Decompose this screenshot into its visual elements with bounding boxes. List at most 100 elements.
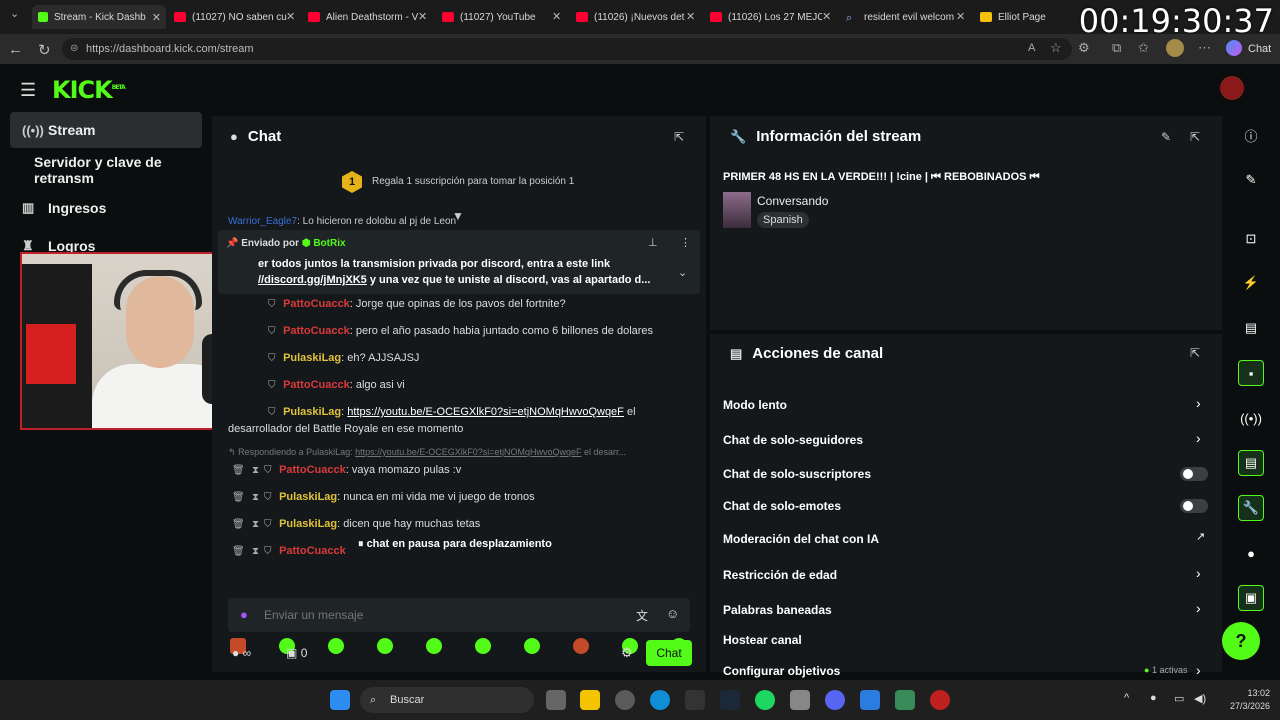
chevron-right-icon[interactable]: ›	[1196, 662, 1201, 678]
action-followers-only[interactable]: Chat de solo-seguidores	[723, 433, 863, 447]
tray-chevron-icon[interactable]: ^	[1124, 692, 1129, 704]
emoji-icon[interactable]: ☺	[666, 606, 679, 621]
tab-menu-icon[interactable]: ⌄	[10, 7, 19, 20]
lightning-icon[interactable]: ⚡	[1238, 270, 1264, 296]
translate-icon[interactable]: 文	[636, 607, 648, 624]
microphone-icon[interactable]: ●	[240, 607, 248, 622]
trash-icon[interactable]: 🗑	[232, 465, 245, 476]
taskbar-search[interactable]: ⌕ Buscar	[360, 687, 534, 713]
popout-icon[interactable]: ⇱	[674, 130, 684, 144]
action-emotes-only[interactable]: Chat de solo-emotes	[723, 499, 841, 513]
app-icon[interactable]	[615, 690, 635, 710]
document-icon[interactable]: ▤	[1238, 315, 1264, 341]
close-icon[interactable]: ✕	[956, 10, 965, 23]
start-icon[interactable]	[330, 690, 350, 710]
reload-icon[interactable]: ↻	[38, 41, 51, 59]
trash-icon[interactable]: 🗑	[232, 546, 245, 557]
chat-toggle-icon[interactable]: ▪	[1238, 360, 1264, 386]
timeout-icon[interactable]: ⧗	[252, 519, 264, 530]
emote[interactable]	[377, 638, 393, 654]
app-icon[interactable]	[685, 690, 705, 710]
discord-icon[interactable]	[825, 690, 845, 710]
favorites-icon[interactable]: ✩	[1138, 40, 1149, 56]
timeout-icon[interactable]: ⧗	[252, 492, 264, 503]
edge-icon[interactable]	[650, 690, 670, 710]
microphone-icon[interactable]: ●	[1150, 692, 1157, 704]
more-options-icon[interactable]: ⋮	[680, 236, 691, 249]
volume-icon[interactable]: ◀)	[1194, 692, 1206, 705]
actions-toggle-icon[interactable]: ▤	[1238, 450, 1264, 476]
chevron-right-icon[interactable]: ›	[1196, 430, 1201, 446]
trash-icon[interactable]: 🗑	[232, 492, 245, 503]
external-link-icon[interactable]: ↗	[1196, 530, 1205, 543]
close-icon[interactable]: ✕	[418, 10, 427, 23]
tab-youtube-5[interactable]: (11026) Los 27 MEJO	[710, 5, 822, 29]
taskbar-clock[interactable]: 13:02 27/3/2026	[1222, 687, 1270, 713]
edit-pencil-icon[interactable]: ✎	[1161, 130, 1171, 144]
spotify-icon[interactable]	[755, 690, 775, 710]
site-info-icon[interactable]: ⊜	[70, 38, 78, 60]
kick-logo[interactable]: KICKBETA	[52, 76, 126, 104]
action-ai-moderation[interactable]: Moderación del chat con IA	[723, 532, 879, 546]
network-icon[interactable]: ▭	[1174, 692, 1184, 705]
category-name[interactable]: Conversando	[757, 194, 828, 208]
action-host-channel[interactable]: Hostear canal	[723, 633, 802, 647]
chat-message-input[interactable]	[264, 604, 624, 626]
chevron-right-icon[interactable]: ›	[1196, 565, 1201, 581]
close-icon[interactable]: ✕	[552, 10, 561, 23]
chat-input-box[interactable]: ● 文 ☺	[228, 598, 690, 632]
emotes-only-toggle[interactable]	[1180, 499, 1208, 513]
user-avatar[interactable]	[1220, 76, 1244, 100]
tab-search[interactable]: ⌕ resident evil welcom	[846, 5, 964, 29]
collections-icon[interactable]: ⧉	[1112, 40, 1121, 56]
focus-icon[interactable]: ⊡	[1238, 226, 1264, 252]
tab-elliot-page[interactable]: Elliot Page	[980, 5, 1080, 29]
close-icon[interactable]: ✕	[686, 10, 695, 23]
close-icon[interactable]: ✕	[152, 11, 161, 24]
broadcast-icon[interactable]: ((•))	[1238, 405, 1264, 431]
action-configure-goals[interactable]: Configurar objetivos	[723, 664, 840, 678]
favorite-star-icon[interactable]: ☆	[1050, 40, 1062, 56]
media-toggle-icon[interactable]: ▣	[1238, 585, 1264, 611]
unpin-icon[interactable]: ⊥	[648, 236, 658, 249]
close-icon[interactable]: ✕	[822, 10, 831, 23]
settings-icon[interactable]	[790, 690, 810, 710]
discord-link[interactable]: //discord.gg/jMnjXK5	[258, 274, 367, 286]
tab-youtube-1[interactable]: (11027) NO saben cu	[174, 5, 300, 29]
tab-youtube-3[interactable]: (11027) YouTube	[442, 5, 562, 29]
chat-paused-banner[interactable]: ⏸ chat en pausa para desplazamiento	[350, 536, 560, 553]
popout-icon[interactable]: ⇱	[1190, 130, 1200, 144]
steam-icon[interactable]	[720, 690, 740, 710]
timeout-icon[interactable]: ⧗	[252, 465, 264, 476]
wrench-toggle-icon[interactable]: 🔧	[1238, 495, 1264, 521]
action-age-restriction[interactable]: Restricción de edad	[723, 568, 837, 582]
subscribers-only-toggle[interactable]	[1180, 467, 1208, 481]
file-explorer-icon[interactable]	[580, 690, 600, 710]
action-banned-words[interactable]: Palabras baneadas	[723, 603, 832, 617]
chevron-right-icon[interactable]: ›	[1196, 395, 1201, 411]
popout-icon[interactable]: ⇱	[1190, 346, 1200, 360]
trash-icon[interactable]: 🗑	[232, 519, 245, 530]
back-icon[interactable]: ←	[8, 41, 23, 58]
info-icon[interactable]: ⓘ	[1238, 122, 1264, 148]
youtube-link[interactable]: https://youtu.be/E-OCEGXlkF0?si=etjNOMqH…	[347, 406, 624, 418]
sidebar-item-revenue[interactable]: ▥ Ingresos	[10, 190, 202, 226]
tab-kick-dashboard[interactable]: Stream - Kick Dashb ✕	[32, 5, 166, 29]
read-aloud-icon[interactable]: A	[1028, 42, 1035, 54]
more-icon[interactable]: ⋯	[1198, 40, 1211, 56]
app-icon[interactable]	[895, 690, 915, 710]
help-support-icon[interactable]: ?	[1222, 622, 1260, 660]
timeout-icon[interactable]: ⧗	[252, 546, 264, 557]
menu-icon[interactable]: ☰	[20, 80, 36, 101]
copilot-icon[interactable]	[1226, 40, 1242, 56]
send-chat-button[interactable]: Chat	[646, 640, 692, 666]
expand-icon[interactable]: ⌄	[678, 266, 687, 279]
emote[interactable]	[475, 638, 491, 654]
close-icon[interactable]: ✕	[286, 10, 295, 23]
obs-icon[interactable]	[930, 690, 950, 710]
users-icon[interactable]: ●	[1238, 540, 1264, 566]
app-icon[interactable]	[860, 690, 880, 710]
tab-youtube-4[interactable]: (11026) ¡Nuevos det	[576, 5, 688, 29]
sidebar-item-stream[interactable]: ((•)) Stream	[10, 112, 202, 148]
profile-avatar[interactable]	[1166, 39, 1184, 57]
